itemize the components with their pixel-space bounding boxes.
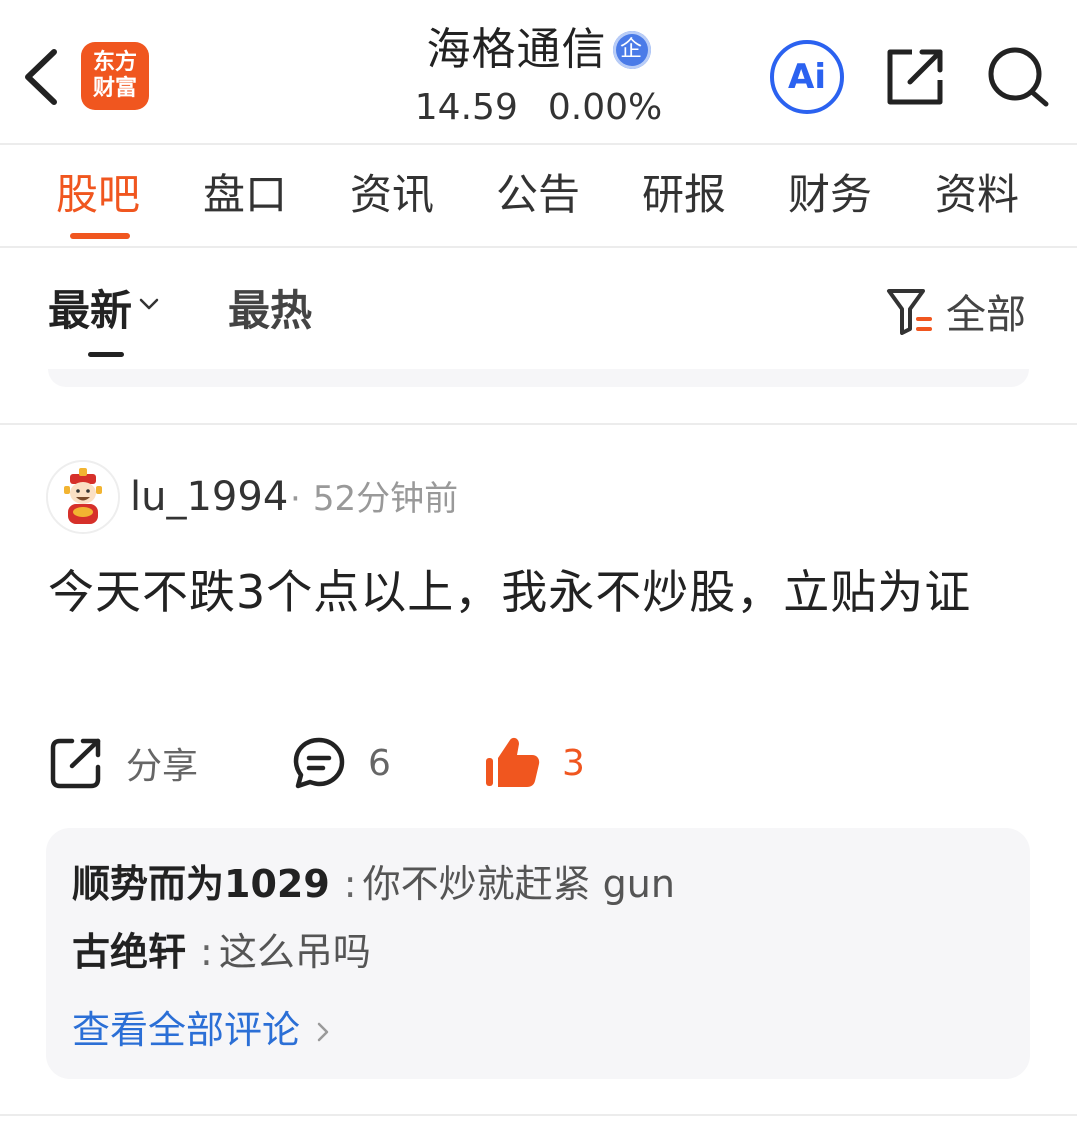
comment-item[interactable]: 顺势而为1029: 你不炒就赶紧 gun (72, 858, 675, 910)
post-card[interactable]: lu_1994 · 52分钟前 今天不跌3个点以上，我永不炒股，立贴为证 分享 6 (0, 426, 1077, 1116)
share-button[interactable] (884, 46, 946, 108)
filter-bar: 最新 最热 全部 (0, 249, 1077, 369)
comment-bubble-icon (293, 737, 345, 789)
top-header: 东方 财富 海格通信企 14.59 0.00% Ai (0, 0, 1077, 143)
back-button[interactable] (18, 44, 64, 110)
tab-announcements[interactable]: 公告 (478, 167, 598, 223)
tab-research[interactable]: 研报 (624, 167, 744, 223)
share-icon (887, 49, 943, 105)
sort-active-indicator (88, 352, 124, 357)
enterprise-badge-icon: 企 (612, 31, 651, 69)
app-logo[interactable]: 东方 财富 (81, 42, 149, 110)
section-tabs: 股吧 盘口 资讯 公告 研报 财务 资料 (0, 145, 1077, 247)
post-bottom-divider (0, 1114, 1077, 1116)
active-tab-indicator (70, 233, 130, 239)
comment-button[interactable]: 6 (292, 728, 391, 798)
filter-icon (887, 289, 932, 335)
back-arrow-icon (25, 49, 57, 105)
sort-hot-button[interactable]: 最热 (228, 283, 312, 339)
logo-text-line1: 东方 (92, 50, 137, 75)
share-post-button[interactable]: 分享 (48, 728, 198, 798)
view-all-comments-label: 查看全部评论 (72, 1008, 301, 1052)
sort-latest-button[interactable]: 最新 (48, 283, 162, 339)
like-count: 3 (562, 742, 585, 784)
thumbs-up-icon (486, 737, 540, 787)
avatar[interactable] (46, 460, 120, 534)
filter-all-label: 全部 (946, 292, 1026, 338)
search-button[interactable] (986, 46, 1052, 108)
previous-card-edge (48, 369, 1029, 387)
post-top-divider (0, 423, 1077, 425)
post-actions: 分享 6 3 (0, 728, 1077, 798)
comment-preview-box[interactable]: 顺势而为1029: 你不炒就赶紧 gun 古绝轩: 这么吊吗 查看全部评论 (46, 828, 1030, 1079)
tab-pankou[interactable]: 盘口 (185, 167, 305, 223)
comment-item[interactable]: 古绝轩: 这么吊吗 (72, 926, 371, 978)
logo-text-line2: 财富 (92, 76, 137, 101)
comment-username[interactable]: 顺势而为1029 (72, 862, 330, 906)
stock-change-percent: 0.00% (547, 87, 663, 128)
like-button[interactable]: 3 (484, 728, 585, 798)
tab-profile[interactable]: 资料 (917, 167, 1037, 223)
filter-all-button[interactable]: 全部 (886, 283, 1026, 339)
stock-price: 14.59 (414, 87, 518, 128)
comment-text: 这么吊吗 (218, 930, 371, 974)
ai-assistant-button[interactable]: Ai (770, 40, 844, 114)
comment-text: 你不炒就赶紧 gun (362, 862, 675, 906)
post-content[interactable]: 今天不跌3个点以上，我永不炒股，立贴为证 (48, 554, 1028, 630)
sort-latest-label: 最新 (48, 286, 133, 335)
post-time: · 52分钟前 (290, 479, 459, 519)
tabs-divider (0, 246, 1077, 248)
search-icon (988, 47, 1049, 107)
stock-forum-page: 东方 财富 海格通信企 14.59 0.00% Ai 股吧 盘口 资讯 公告 研… (0, 0, 1077, 1123)
post-time-text: 52分钟前 (312, 479, 459, 519)
share-label: 分享 (126, 746, 199, 787)
tab-finance[interactable]: 财务 (770, 167, 890, 223)
chevron-down-icon (139, 298, 159, 310)
tab-guba[interactable]: 股吧 (38, 167, 158, 223)
stock-title-block[interactable]: 海格通信企 14.59 0.00% (300, 22, 777, 132)
avatar-caishen-icon (48, 462, 118, 532)
share-icon (50, 738, 101, 789)
ai-icon: Ai (788, 57, 826, 97)
comment-username[interactable]: 古绝轩 (72, 930, 186, 974)
view-all-comments-link[interactable]: 查看全部评论 (72, 1004, 332, 1056)
tab-news[interactable]: 资讯 (332, 167, 452, 223)
post-username[interactable]: lu_1994 (130, 472, 288, 522)
chevron-right-icon (317, 1022, 329, 1042)
comment-count: 6 (368, 742, 391, 784)
stock-name: 海格通信 (426, 24, 607, 75)
